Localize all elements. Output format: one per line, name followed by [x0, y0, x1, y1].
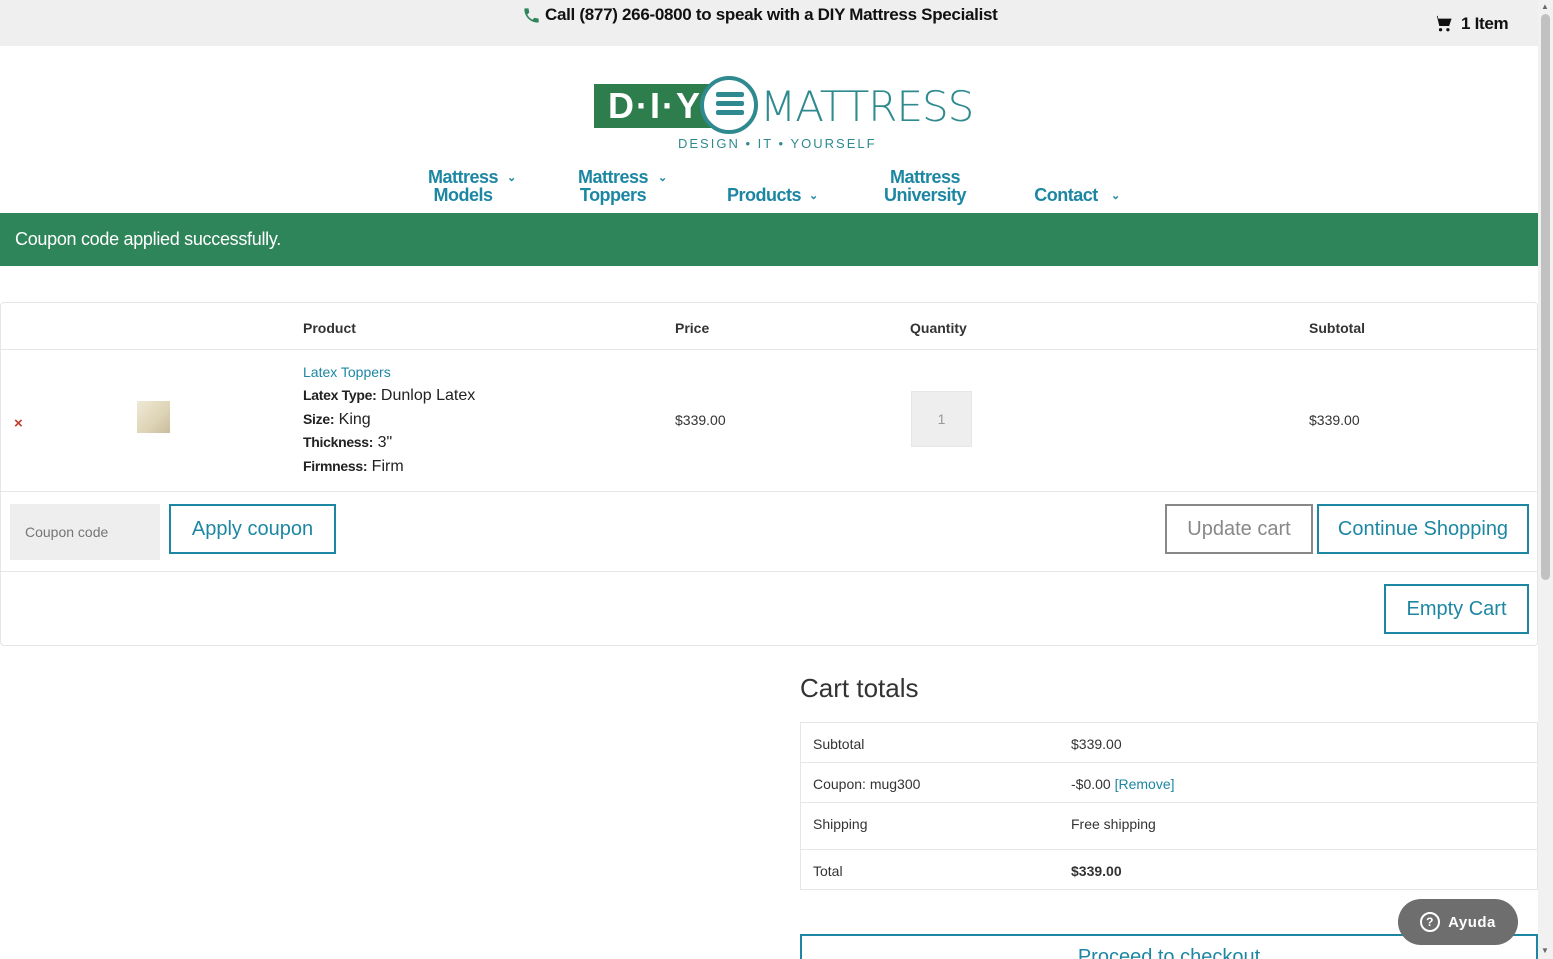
phone-icon: [524, 7, 539, 23]
nav-products[interactable]: Products ⌄: [727, 185, 818, 205]
totals-value-subtotal: $339.00: [1071, 736, 1122, 752]
totals-label-coupon: Coupon: mug300: [813, 776, 921, 792]
totals-value-coupon: -$0.00 [Remove]: [1071, 776, 1175, 792]
divider: [1, 491, 1537, 492]
cart-link[interactable]: 1 Item: [1433, 14, 1509, 34]
notice-message: Coupon code applied successfully.: [15, 229, 281, 249]
logo-diy: D·I·Y: [594, 84, 716, 128]
nav-label-line1: Mattress: [889, 167, 961, 187]
meta-label: Firmness:: [303, 458, 368, 474]
item-subtotal: $339.00: [1309, 412, 1360, 428]
chevron-down-icon: ⌄: [507, 172, 516, 184]
phone-text: Call (877) 266-0800 to speak with a DIY …: [545, 5, 998, 24]
nav-label-line2: Models: [433, 185, 493, 205]
remove-coupon-link[interactable]: [Remove]: [1115, 776, 1175, 792]
divider: [1, 571, 1537, 572]
continue-shopping-button[interactable]: Continue Shopping: [1317, 504, 1529, 554]
meta-label: Size:: [303, 411, 335, 427]
nav-label: Products: [727, 185, 802, 205]
meta-value: Dunlop Latex: [380, 387, 476, 404]
scrollbar-thumb[interactable]: [1541, 14, 1550, 580]
nav-mattress-toppers[interactable]: Mattress Toppers ⌄: [577, 167, 667, 205]
nav-mattress-models[interactable]: Mattress Models ⌄: [427, 167, 516, 205]
product-thumbnail[interactable]: [137, 401, 170, 433]
item-price: $339.00: [675, 412, 726, 428]
divider: [1, 349, 1537, 350]
remove-item-button[interactable]: ×: [14, 415, 23, 432]
nav-label-line1: Mattress: [577, 167, 649, 187]
cart-page: Call (877) 266-0800 to speak with a DIY …: [0, 0, 1553, 959]
nav-label-line2: Toppers: [579, 185, 647, 205]
logo-mattress-text: MATTRESS: [760, 82, 974, 131]
divider: [801, 762, 1537, 763]
nav-mattress-university[interactable]: Mattress University: [884, 167, 967, 205]
meta-size: Size: King: [303, 411, 371, 429]
nav-contact[interactable]: Contact ⌄: [1033, 185, 1120, 205]
chevron-down-icon: ⌄: [658, 172, 667, 184]
meta-thickness: Thickness: 3": [303, 434, 392, 452]
site-logo[interactable]: D·I·Y MATTRESS DESIGN • IT • YOURSELF: [594, 76, 974, 156]
update-cart-button[interactable]: Update cart: [1165, 504, 1313, 554]
logo-mattress-icon: [700, 76, 758, 134]
nav-label-line1: Mattress: [427, 167, 499, 187]
product-name-link[interactable]: Latex Toppers: [303, 364, 391, 380]
nav-label-line2: University: [884, 185, 967, 205]
divider: [801, 802, 1537, 803]
scroll-down-icon[interactable]: ▼: [1541, 946, 1549, 955]
apply-coupon-button[interactable]: Apply coupon: [169, 504, 336, 554]
scroll-up-icon[interactable]: ▲: [1541, 2, 1549, 11]
cart-totals-table: Subtotal $339.00 Coupon: mug300 -$0.00 […: [800, 722, 1538, 890]
cart-count: 1 Item: [1461, 14, 1509, 33]
meta-value: Firm: [371, 458, 404, 475]
quantity-input[interactable]: 1: [911, 391, 972, 447]
coupon-discount: -$0.00: [1071, 776, 1111, 792]
meta-label: Thickness:: [303, 434, 374, 450]
cart-totals-title: Cart totals: [800, 673, 919, 703]
totals-label-shipping: Shipping: [813, 816, 868, 832]
page-scrollbar[interactable]: ▲ ▼: [1538, 0, 1553, 959]
help-label: Ayuda: [1448, 913, 1496, 931]
header-price: Price: [675, 320, 710, 336]
divider: [801, 849, 1537, 850]
totals-value-shipping: Free shipping: [1071, 816, 1156, 832]
meta-value: King: [338, 411, 371, 428]
phone-cta[interactable]: Call (877) 266-0800 to speak with a DIY …: [522, 4, 998, 26]
empty-cart-button[interactable]: Empty Cart: [1384, 584, 1529, 634]
meta-value: 3": [377, 434, 393, 451]
nav-label: Contact: [1034, 185, 1098, 205]
cart-table: Product Price Quantity Subtotal × Latex …: [0, 302, 1538, 646]
meta-firmness: Firmness: Firm: [303, 458, 404, 476]
chevron-down-icon: ⌄: [1111, 190, 1120, 202]
help-widget-button[interactable]: ? Ayuda: [1398, 899, 1518, 945]
meta-label: Latex Type:: [303, 387, 377, 403]
logo-tagline: DESIGN • IT • YOURSELF: [678, 136, 877, 151]
help-icon: ?: [1420, 912, 1441, 932]
cart-icon: [1434, 15, 1452, 32]
meta-latex-type: Latex Type: Dunlop Latex: [303, 387, 475, 405]
totals-label-total: Total: [813, 863, 843, 879]
header-subtotal: Subtotal: [1309, 320, 1365, 336]
header-product: Product: [303, 320, 356, 336]
header-quantity: Quantity: [910, 320, 967, 336]
coupon-success-notice: Coupon code applied successfully.: [0, 213, 1538, 266]
totals-label-subtotal: Subtotal: [813, 736, 865, 752]
top-bar: Call (877) 266-0800 to speak with a DIY …: [0, 0, 1538, 46]
coupon-code-input[interactable]: [10, 504, 160, 560]
chevron-down-icon: ⌄: [809, 190, 818, 202]
totals-value-total: $339.00: [1071, 863, 1122, 879]
